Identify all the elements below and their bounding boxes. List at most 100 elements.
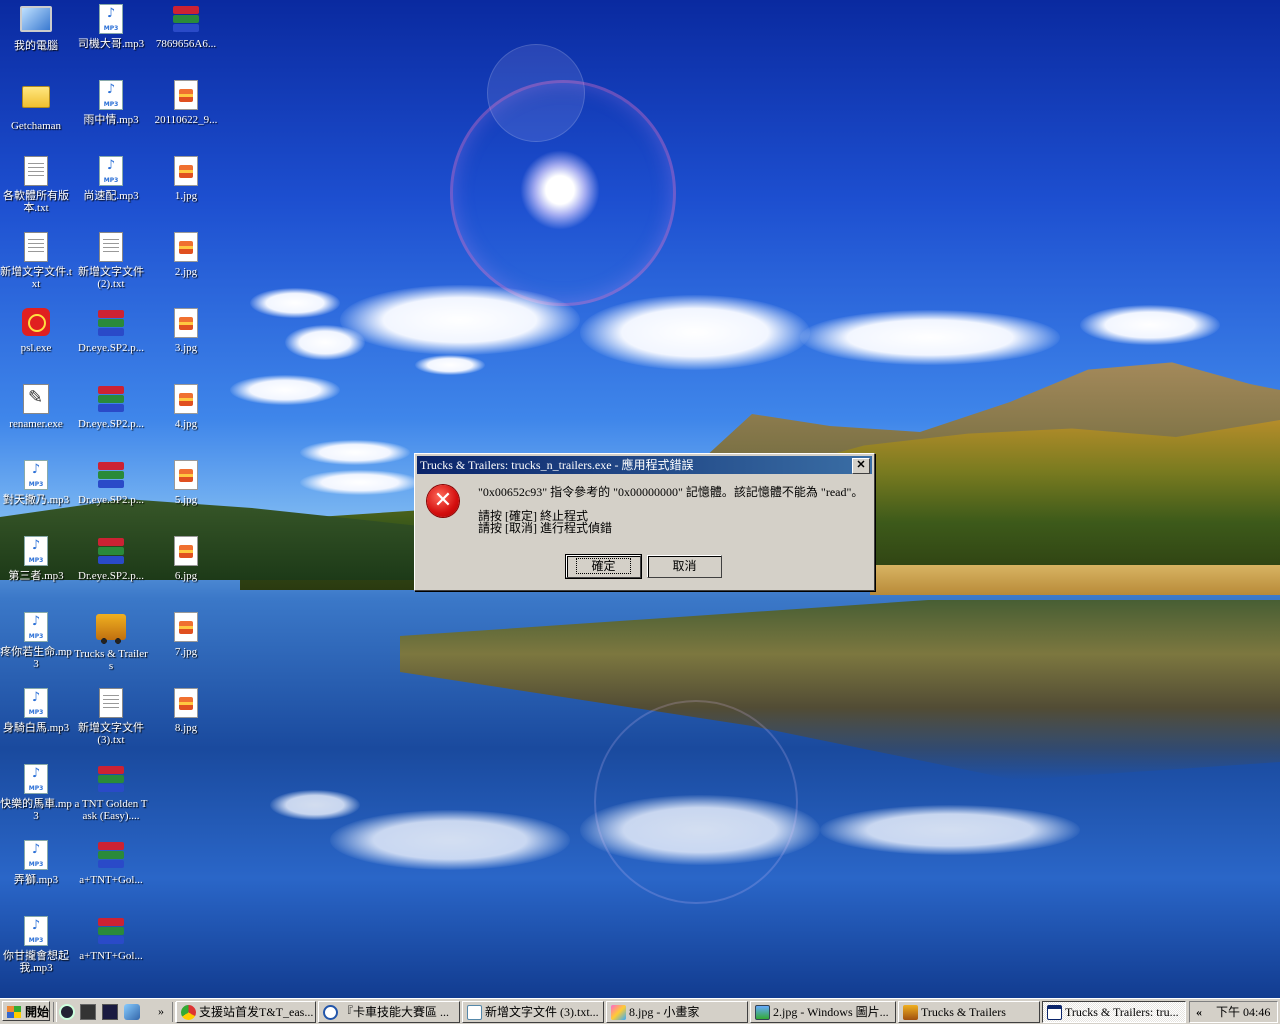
image-viewer-icon	[755, 1005, 770, 1020]
jpg-file-icon	[170, 688, 202, 720]
desktop-icon-txt[interactable]: 新增文字文件 (2).txt	[73, 232, 149, 290]
cloud-reflection	[330, 810, 570, 870]
desktop-icon-jpg[interactable]: 6.jpg	[148, 536, 224, 582]
desktop-icon-game-shortcut[interactable]: Trucks & Trailers	[73, 612, 149, 672]
ok-button[interactable]: 確定	[565, 554, 642, 579]
jpg-file-icon	[170, 232, 202, 264]
desktop-icon-exe[interactable]: renamer.exe	[0, 384, 74, 430]
quick-launch-icon[interactable]	[59, 1004, 75, 1020]
taskbar-button[interactable]: 2.jpg - Windows 圖片...	[750, 1001, 896, 1023]
desktop-icon-mp3[interactable]: ♪ MP3 雨中情.mp3	[73, 80, 149, 126]
rar-archive-icon	[95, 840, 127, 872]
desktop-icon-mp3[interactable]: ♪ MP3 對天撒乃.mp3	[0, 460, 74, 506]
desktop-icon-rar[interactable]: Dr.eye.SP2.p...	[73, 308, 149, 354]
desktop-icon-mp3[interactable]: ♪ MP3 疼你若生命.mp3	[0, 612, 74, 670]
window-icon	[1047, 1005, 1062, 1020]
quick-launch-chevron-icon[interactable]: »	[158, 1002, 164, 1020]
desktop-icon-txt[interactable]: 各軟體所有版本.txt	[0, 156, 74, 214]
desktop-icon-mp3[interactable]: ♪ MP3 第三者.mp3	[0, 536, 74, 582]
desktop-icon-jpg[interactable]: 8.jpg	[148, 688, 224, 734]
reeds	[870, 565, 1280, 595]
error-message: "0x00652c93" 指令參考的 "0x00000000" 記憶體。該記憶體…	[478, 485, 864, 499]
desktop-icon-mp3[interactable]: ♪ MP3 你甘攏會想起我.mp3	[0, 916, 74, 974]
desktop-icon-jpg[interactable]: 4.jpg	[148, 384, 224, 430]
internet-explorer-icon[interactable]	[124, 1004, 140, 1020]
dialog-title: Trucks & Trailers: trucks_n_trailers.exe…	[420, 458, 694, 472]
application-error-dialog[interactable]: Trucks & Trailers: trucks_n_trailers.exe…	[414, 453, 875, 591]
tray-expand-chevron-icon[interactable]: «	[1196, 1002, 1202, 1022]
quick-launch-icon[interactable]	[80, 1004, 96, 1020]
desktop-icon-txt[interactable]: 新增文字文件 (3).txt	[73, 688, 149, 746]
mp3-file-icon: ♪ MP3	[20, 536, 52, 568]
mp3-file-icon: ♪ MP3	[20, 764, 52, 796]
desktop-icon-rar[interactable]: a TNT Golden Task (Easy)....	[73, 764, 149, 822]
jpg-file-icon	[170, 80, 202, 112]
cloud	[300, 470, 420, 495]
desktop-icon-exe[interactable]: psl.exe	[0, 308, 74, 354]
desktop-icon-label: 7.jpg	[174, 646, 198, 658]
renamer-icon	[20, 384, 52, 416]
desktop-icon-jpg[interactable]: 5.jpg	[148, 460, 224, 506]
jpg-file-icon	[170, 384, 202, 416]
cancel-button[interactable]: 取消	[647, 555, 722, 578]
desktop-icon-jpg[interactable]: 2.jpg	[148, 232, 224, 278]
desktop-icon-rar[interactable]: Dr.eye.SP2.p...	[73, 536, 149, 582]
taskbar-button[interactable]: 8.jpg - 小畫家	[606, 1001, 748, 1023]
jpg-file-icon	[170, 536, 202, 568]
desktop-icon-my-computer[interactable]: 我的電腦	[0, 4, 74, 52]
desktop-icon-folder[interactable]: Getchaman	[0, 80, 74, 132]
desktop-icon-label: renamer.exe	[9, 418, 63, 430]
desktop-icon-txt[interactable]: 新增文字文件.txt	[0, 232, 74, 290]
desktop-icon-label: 身騎白馬.mp3	[2, 722, 70, 734]
mp3-file-icon: ♪ MP3	[95, 156, 127, 188]
rar-archive-icon	[95, 916, 127, 948]
cloud-reflection	[820, 805, 1080, 855]
desktop-icon-label: 疼你若生命.mp3	[0, 646, 72, 670]
desktop-icon-rar[interactable]: 7869656A6...	[148, 4, 224, 50]
mp3-file-icon: ♪ MP3	[20, 460, 52, 492]
taskbar-button[interactable]: 支援站首发T&T_eas...	[176, 1001, 316, 1023]
cloud	[1080, 305, 1220, 345]
jpg-file-icon	[170, 612, 202, 644]
desktop-icon-mp3[interactable]: ♪ MP3 弄獅.mp3	[0, 840, 74, 886]
desktop-icon-mp3[interactable]: ♪ MP3 司機大哥.mp3	[73, 4, 149, 50]
desktop-icon-label: a+TNT+Gol...	[79, 874, 143, 886]
desktop-icon-mp3[interactable]: ♪ MP3 身騎白馬.mp3	[0, 688, 74, 734]
desktop-icon-rar[interactable]: a+TNT+Gol...	[73, 840, 149, 886]
desktop-icon-label: 我的電腦	[14, 40, 58, 52]
mp3-file-icon: ♪ MP3	[20, 840, 52, 872]
desktop-icon-rar[interactable]: Dr.eye.SP2.p...	[73, 384, 149, 430]
desktop-icon-label: 5.jpg	[174, 494, 198, 506]
exe-icon	[20, 308, 52, 340]
taskbar-button-active[interactable]: Trucks & Trailers: tru...	[1042, 1001, 1186, 1023]
desktop-icon-mp3[interactable]: ♪ MP3 尚速配.mp3	[73, 156, 149, 202]
desktop-icon-label: Trucks & Trailers	[74, 648, 148, 672]
dialog-titlebar[interactable]: Trucks & Trailers: trucks_n_trailers.exe…	[417, 456, 872, 474]
desktop-icon-label: 雨中情.mp3	[83, 114, 139, 126]
taskbar-button[interactable]: 新增文字文件 (3).txt...	[462, 1001, 604, 1023]
close-button[interactable]: ✕	[852, 458, 870, 474]
cloud	[300, 440, 410, 465]
cloud-reflection	[270, 790, 360, 820]
start-button[interactable]: 開始	[2, 1001, 50, 1021]
desktop-icon-label: Dr.eye.SP2.p...	[78, 342, 144, 354]
desktop-icon-rar[interactable]: a+TNT+Gol...	[73, 916, 149, 962]
desktop-icon-jpg[interactable]: 20110622_9...	[148, 80, 224, 126]
quick-launch-icon[interactable]	[102, 1004, 118, 1020]
desktop-icon-jpg[interactable]: 7.jpg	[148, 612, 224, 658]
desktop-icon-jpg[interactable]: 3.jpg	[148, 308, 224, 354]
taskbar-button-label: 『卡車技能大賽區 ...	[341, 1005, 450, 1019]
cloud	[415, 355, 485, 375]
desktop-icon-jpg[interactable]: 1.jpg	[148, 156, 224, 202]
system-tray: « 下午 04:46	[1189, 1001, 1278, 1023]
jpg-file-icon	[170, 460, 202, 492]
text-file-icon	[95, 232, 127, 264]
taskbar-button[interactable]: 『卡車技能大賽區 ...	[318, 1001, 460, 1023]
taskbar-button[interactable]: Trucks & Trailers	[898, 1001, 1040, 1023]
clock[interactable]: 下午 04:46	[1216, 1002, 1270, 1022]
desktop-icon-label: 新增文字文件.txt	[0, 266, 72, 290]
text-file-icon	[20, 156, 52, 188]
desktop-icon-mp3[interactable]: ♪ MP3 快樂的馬車.mp3	[0, 764, 74, 822]
desktop-icon-label: 20110622_9...	[154, 114, 218, 126]
desktop-icon-rar[interactable]: Dr.eye.SP2.p...	[73, 460, 149, 506]
